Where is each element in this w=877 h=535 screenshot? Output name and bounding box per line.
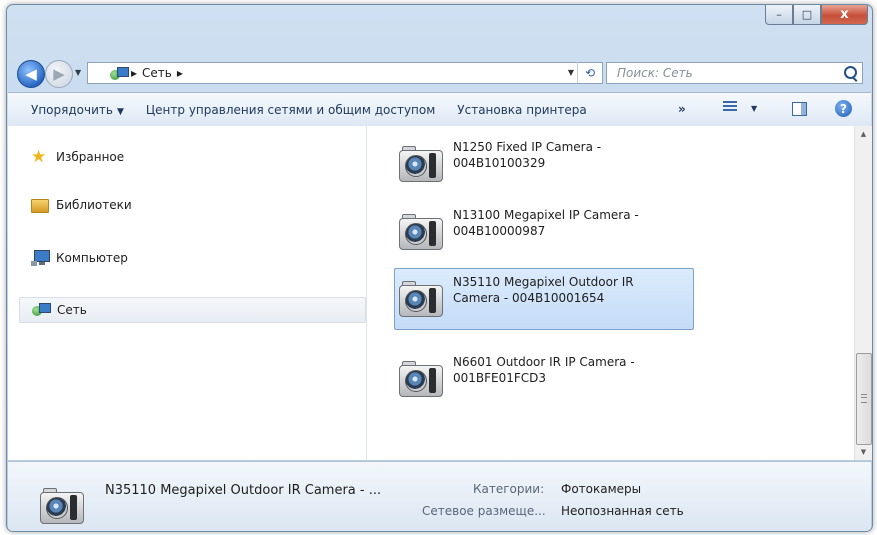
sidebar-item-label: Библиотеки: [56, 198, 132, 212]
computer-icon: [31, 250, 50, 266]
camera-icon: [397, 210, 443, 252]
minimize-button[interactable]: –: [765, 5, 793, 25]
sidebar-item-computer[interactable]: Компьютер: [19, 246, 366, 270]
sidebar-item-network[interactable]: Сеть: [19, 297, 366, 323]
scroll-up-icon[interactable]: ▲: [855, 126, 872, 142]
list-item-selected[interactable]: N35110 Megapixel Outdoor IR Camera - 004B…: [394, 268, 694, 330]
details-pane: N35110 Megapixel Outdoor IR Camera - ...…: [8, 461, 871, 531]
list-item[interactable]: N6601 Outdoor IR IP Camera -001BFE01FCD3: [394, 348, 694, 408]
list-item[interactable]: N13100 Megapixel IP Camera -004B10000987: [394, 201, 694, 261]
add-printer-button[interactable]: Установка принтера: [457, 103, 586, 117]
search-input[interactable]: Поиск: Сеть: [606, 62, 863, 84]
sidebar-item-libraries[interactable]: Библиотеки: [19, 193, 366, 217]
camera-icon: [397, 142, 443, 184]
libraries-icon: [31, 197, 49, 213]
forward-button[interactable]: ▶: [45, 60, 73, 88]
breadcrumb-chevron-icon[interactable]: ▸: [177, 66, 183, 80]
scroll-down-icon[interactable]: ▼: [855, 444, 872, 460]
view-dropdown-icon[interactable]: ▼: [751, 104, 757, 113]
sidebar-item-label: Компьютер: [56, 251, 128, 265]
list-item[interactable]: N1250 Fixed IP Camera -004B10100329: [394, 133, 694, 193]
star-icon: ★: [31, 147, 47, 167]
item-name: N13100 Megapixel IP Camera -004B10000987: [453, 208, 639, 238]
preview-pane-icon[interactable]: [792, 102, 807, 116]
details-category-value: Фотокамеры: [561, 482, 642, 496]
sidebar-item-label: Избранное: [56, 150, 125, 164]
search-placeholder: Поиск: Сеть: [617, 66, 693, 80]
explorer-window: – □ x ◀ ▶ ▼ ▸ Сеть ▸ ▼ ⟲ Поиск: Сеть Упо…: [6, 4, 873, 532]
network-icon: [110, 66, 129, 80]
back-button[interactable]: ◀: [17, 60, 45, 88]
camera-icon: [397, 277, 443, 319]
vertical-scrollbar[interactable]: ▲ ▼: [854, 126, 872, 460]
maximize-button[interactable]: □: [793, 5, 821, 25]
refresh-icon[interactable]: ⟲: [577, 62, 602, 83]
network-center-button[interactable]: Центр управления сетями и общим доступом: [146, 103, 435, 117]
breadcrumb-separator[interactable]: ▸: [131, 66, 137, 80]
search-icon[interactable]: [844, 66, 857, 79]
sidebar-item-label: Сеть: [57, 303, 87, 317]
close-button[interactable]: x: [821, 5, 868, 25]
recent-pages-dropdown-icon[interactable]: ▼: [75, 68, 81, 77]
address-dropdown-icon[interactable]: ▼: [568, 68, 574, 77]
organize-button[interactable]: Упорядочить ▼: [31, 103, 124, 117]
caption-buttons: – □ x: [765, 5, 868, 26]
address-bar[interactable]: ▸ Сеть ▸ ▼ ⟲: [87, 62, 603, 84]
organize-label: Упорядочить: [31, 102, 113, 117]
navigation-pane: ★ Избранное Библиотеки Компьютер Сеть: [8, 126, 367, 460]
details-location-label: Сетевое размеще...: [422, 504, 546, 518]
details-category-label: Категории:: [473, 482, 545, 496]
item-name: N35110 Megapixel Outdoor IR Camera - 004B…: [453, 275, 634, 305]
details-location-value: Неопознанная сеть: [561, 504, 684, 518]
camera-icon: [38, 484, 84, 526]
command-bar: Упорядочить ▼ Центр управления сетями и о…: [8, 92, 871, 127]
more-commands-button[interactable]: »: [678, 102, 686, 116]
camera-icon: [397, 357, 443, 399]
item-name: N1250 Fixed IP Camera -004B10100329: [453, 140, 602, 170]
sidebar-item-favorites[interactable]: ★ Избранное: [19, 145, 366, 169]
chevron-down-icon: ▼: [116, 106, 124, 117]
address-row: ◀ ▶ ▼ ▸ Сеть ▸ ▼ ⟲ Поиск: Сеть: [15, 59, 863, 88]
scrollbar-thumb[interactable]: [856, 353, 872, 445]
content-area: ★ Избранное Библиотеки Компьютер Сеть N1…: [8, 126, 872, 460]
help-icon[interactable]: ?: [835, 100, 852, 117]
file-list: N1250 Fixed IP Camera -004B10100329 N131…: [367, 126, 854, 460]
view-options-icon[interactable]: [723, 101, 737, 115]
network-icon: [32, 302, 51, 318]
item-name: N6601 Outdoor IR IP Camera -001BFE01FCD3: [453, 355, 635, 385]
details-item-name: N35110 Megapixel Outdoor IR Camera - ...: [105, 483, 382, 498]
breadcrumb-network[interactable]: Сеть: [142, 66, 172, 80]
